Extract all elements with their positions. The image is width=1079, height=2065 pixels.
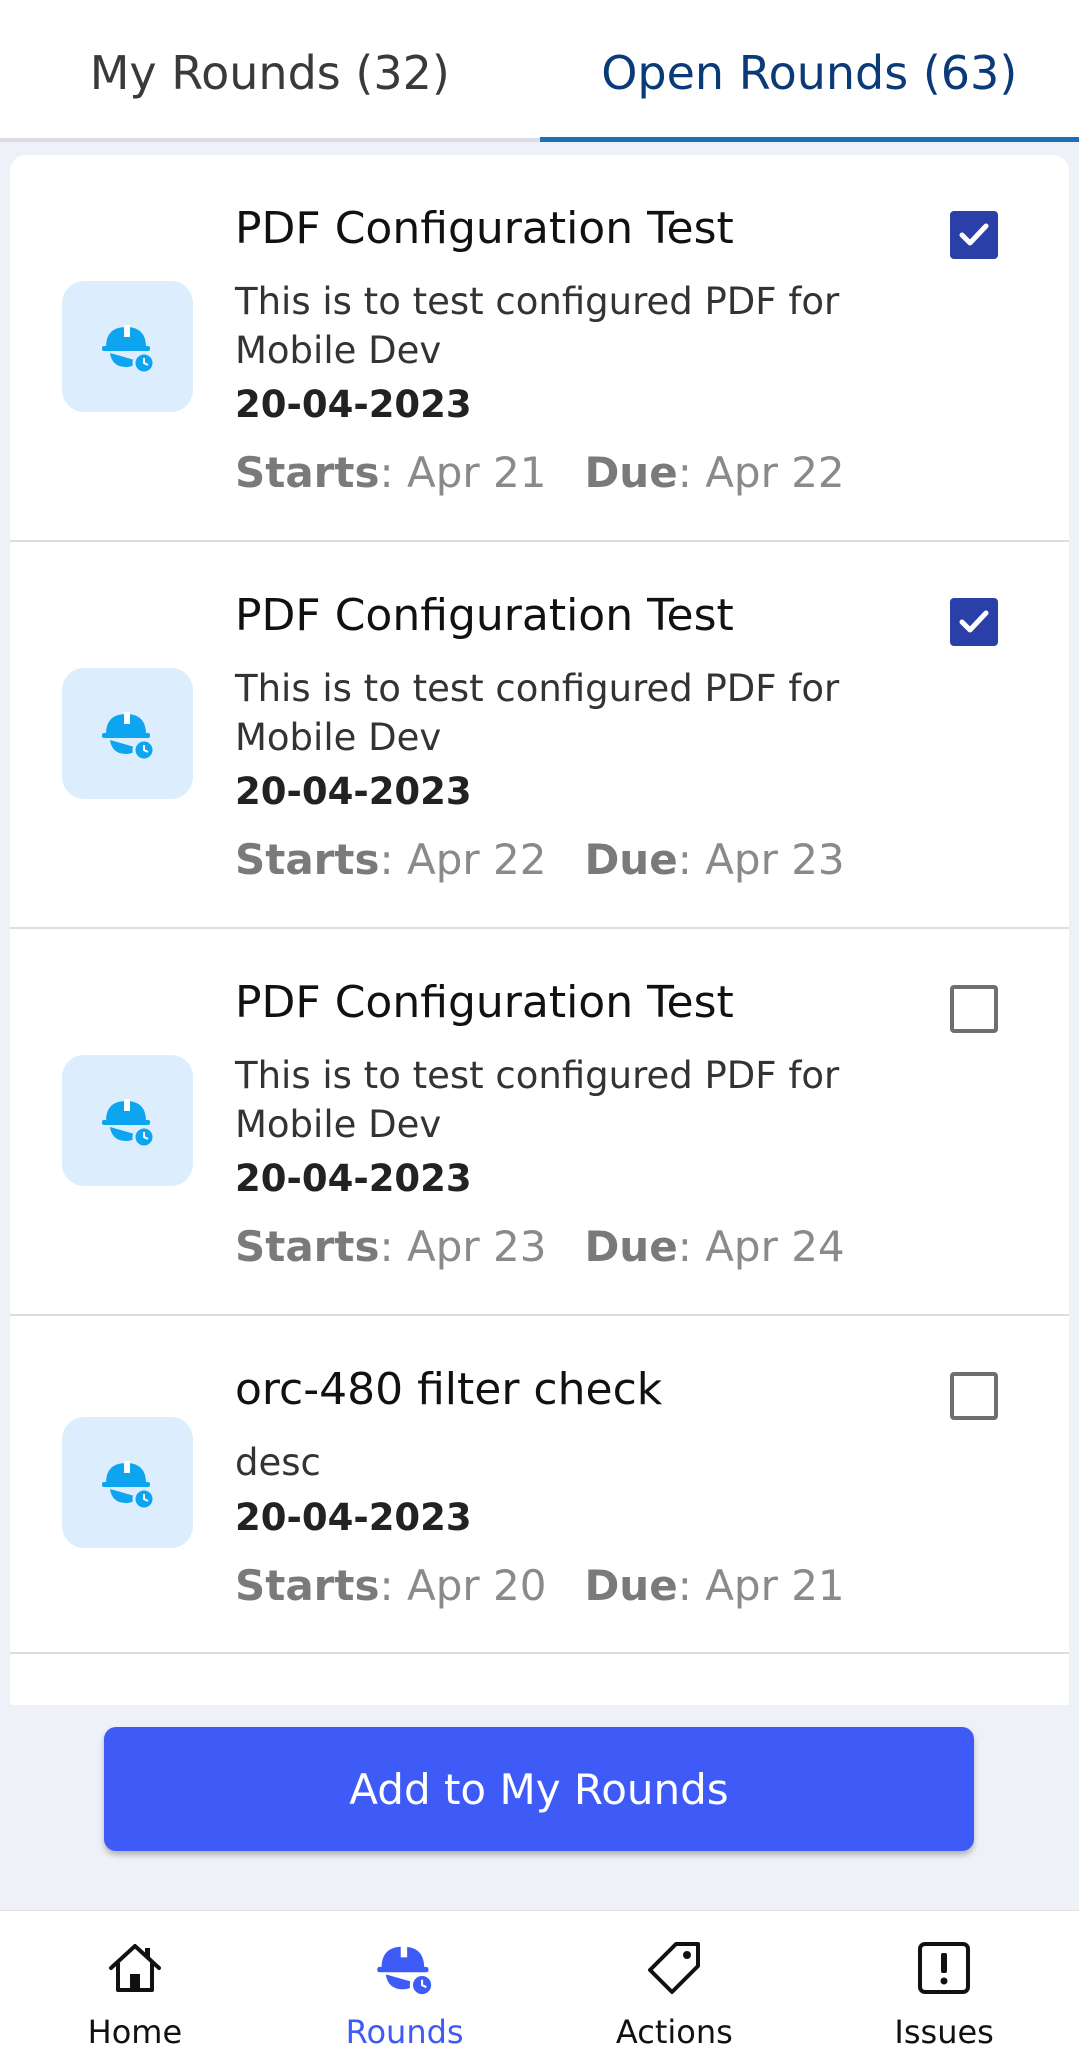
hardhat-timer-icon <box>62 1417 193 1548</box>
round-card[interactable]: orc-480 filter check desc 20-04-2023 Sta… <box>10 1316 1069 1654</box>
round-description: This is to test configured PDF for Mobil… <box>235 1054 840 1146</box>
round-checkbox[interactable] <box>950 1372 998 1420</box>
round-date: 20-04-2023 <box>235 383 472 426</box>
round-title: PDF Configuration Test <box>235 203 734 254</box>
hardhat-timer-icon <box>62 281 193 412</box>
round-schedule: Starts: Apr 22 Due: Apr 23 <box>235 835 845 884</box>
due-label: Due <box>584 1222 678 1271</box>
nav-issues-label: Issues <box>894 2013 994 2051</box>
tab-open-rounds[interactable]: Open Rounds (63) <box>539 0 1079 142</box>
round-checkbox[interactable] <box>950 985 998 1033</box>
round-card[interactable]: PDF Configuration Test This is to test c… <box>10 542 1069 929</box>
due-label: Due <box>584 448 678 497</box>
starts-label: Starts <box>235 1561 380 1610</box>
round-date: 20-04-2023 <box>235 770 472 813</box>
starts-value: : Apr 21 <box>379 448 547 497</box>
due-label: Due <box>584 1561 678 1610</box>
add-to-my-rounds-button[interactable]: Add to My Rounds <box>104 1727 974 1851</box>
hardhat-timer-icon <box>62 1055 193 1186</box>
starts-value: : Apr 23 <box>379 1222 547 1271</box>
nav-actions-label: Actions <box>615 2013 733 2051</box>
round-description: This is to test configured PDF for Mobil… <box>235 667 840 759</box>
nav-home-label: Home <box>87 2013 183 2051</box>
starts-label: Starts <box>235 835 380 884</box>
round-card[interactable]: PDF Configuration Test This is to test c… <box>10 155 1069 542</box>
rounds-list[interactable]: PDF Configuration Test This is to test c… <box>10 155 1069 1705</box>
due-value: : Apr 23 <box>677 835 845 884</box>
round-description: desc <box>235 1441 321 1484</box>
home-icon <box>102 1935 168 2001</box>
nav-home[interactable]: Home <box>0 1911 270 2065</box>
due-value: : Apr 22 <box>677 448 845 497</box>
tag-icon <box>641 1935 707 2001</box>
round-schedule: Starts: Apr 20 Due: Apr 21 <box>235 1561 845 1610</box>
round-title: PDF Configuration Test <box>235 977 734 1028</box>
nav-actions[interactable]: Actions <box>540 1911 810 2065</box>
nav-rounds-label: Rounds <box>345 2013 464 2051</box>
bottom-nav: Home Rounds Actions Issues <box>0 1910 1079 2065</box>
round-date: 20-04-2023 <box>235 1157 472 1200</box>
alert-icon <box>911 1935 977 2001</box>
tab-my-rounds[interactable]: My Rounds (32) <box>0 0 540 138</box>
due-value: : Apr 21 <box>677 1561 845 1610</box>
starts-label: Starts <box>235 448 380 497</box>
round-checkbox[interactable] <box>950 211 998 259</box>
starts-label: Starts <box>235 1222 380 1271</box>
starts-value: : Apr 20 <box>379 1561 547 1610</box>
round-title: orc-480 filter check <box>235 1364 663 1415</box>
starts-value: : Apr 22 <box>379 835 547 884</box>
round-description: This is to test configured PDF for Mobil… <box>235 280 840 372</box>
round-schedule: Starts: Apr 23 Due: Apr 24 <box>235 1222 845 1271</box>
hardhat-icon <box>372 1935 438 2001</box>
round-checkbox[interactable] <box>950 598 998 646</box>
nav-rounds[interactable]: Rounds <box>270 1911 540 2065</box>
round-card[interactable]: PDF Configuration Test This is to test c… <box>10 929 1069 1316</box>
rounds-tabs: My Rounds (32) Open Rounds (63) <box>0 0 1079 142</box>
round-title: PDF Configuration Test <box>235 590 734 641</box>
round-schedule: Starts: Apr 21 Due: Apr 22 <box>235 448 845 497</box>
due-label: Due <box>584 835 678 884</box>
nav-issues[interactable]: Issues <box>809 1911 1079 2065</box>
hardhat-timer-icon <box>62 668 193 799</box>
round-date: 20-04-2023 <box>235 1496 472 1539</box>
due-value: : Apr 24 <box>677 1222 845 1271</box>
